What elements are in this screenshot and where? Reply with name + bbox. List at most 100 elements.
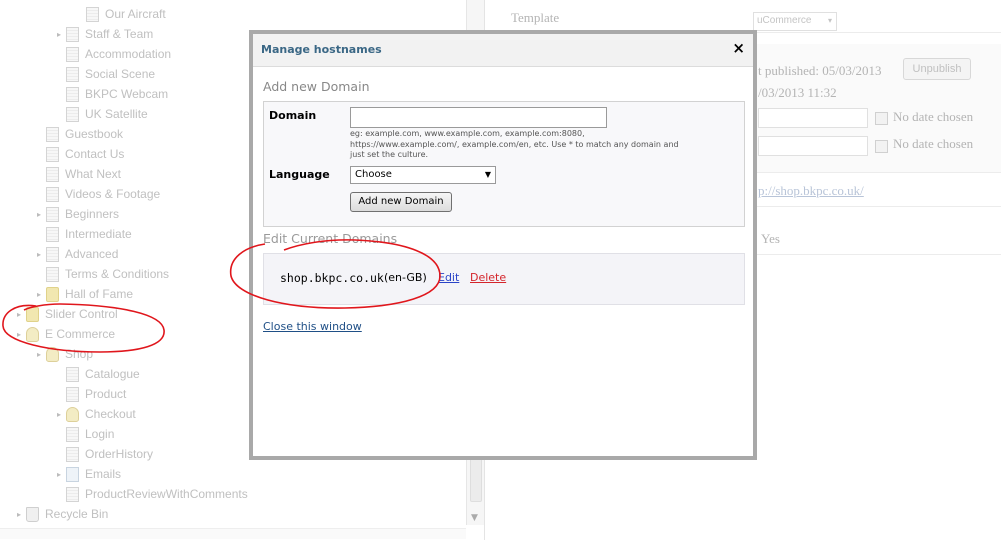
tree-node[interactable]: ▸ Shop (34, 344, 93, 364)
tree-node[interactable]: Login (54, 424, 114, 444)
tree-node[interactable]: Guestbook (34, 124, 123, 144)
doc-icon (66, 386, 79, 402)
cube-icon (26, 326, 39, 342)
tree-node[interactable]: Accommodation (54, 44, 171, 64)
doc-icon (46, 166, 59, 182)
add-domain-heading: Add new Domain (263, 79, 370, 94)
domain-culture: (en-GB) (384, 271, 427, 284)
tree-node[interactable]: Videos & Footage (34, 184, 160, 204)
expire-date-value: No date chosen (893, 136, 974, 151)
manage-hostnames-dialog: Manage hostnames × Add new Domain Domain… (249, 30, 757, 460)
tree-node[interactable]: ▸ E Commerce (14, 324, 115, 344)
chevron-down-icon: ▾ (827, 16, 832, 25)
doc-icon (66, 26, 79, 42)
doc-icon (86, 6, 99, 22)
expire-date-input[interactable] (758, 136, 868, 156)
expand-arrow-icon[interactable]: ▸ (34, 350, 44, 359)
domain-input[interactable] (350, 107, 607, 128)
expand-arrow-icon[interactable]: ▸ (34, 210, 44, 219)
tree-node[interactable]: Social Scene (54, 64, 155, 84)
tree-node[interactable]: BKPC Webcam (54, 84, 168, 104)
tree-node-label: BKPC Webcam (85, 87, 169, 101)
tree-node[interactable]: ▸ Recycle Bin (14, 504, 108, 524)
tree-node-label: Shop (65, 347, 94, 361)
folder-icon (46, 286, 59, 302)
tree-node-label: Accommodation (85, 47, 172, 61)
tree-horizontal-scrollbar[interactable] (0, 528, 466, 539)
tree-node-label: Staff & Team (85, 27, 154, 41)
tree-node[interactable]: Catalogue (54, 364, 140, 384)
tree-node[interactable]: ProductReviewWithComments (54, 484, 248, 504)
tree-node[interactable]: OrderHistory (54, 444, 153, 464)
tree-node[interactable]: ▸ Hall of Fame (34, 284, 133, 304)
language-select[interactable]: Choose ▼ (350, 166, 496, 184)
calendar-icon[interactable] (875, 112, 888, 125)
tree-node[interactable]: Our Aircraft (74, 4, 166, 24)
unpublish-button[interactable]: Unpublish (903, 58, 971, 80)
template-select[interactable]: uCommerce ▾ (753, 12, 837, 31)
doc-icon (66, 486, 79, 502)
edit-domains-heading: Edit Current Domains (263, 231, 398, 246)
doc-icon (46, 206, 59, 222)
tree-node-label: What Next (65, 167, 122, 181)
yes-value: Yes (761, 231, 780, 246)
delete-domain-link[interactable]: Delete (470, 271, 506, 284)
release-date-input[interactable] (758, 108, 868, 128)
add-domain-panel: Domain eg: example.com, www.example.com,… (263, 101, 745, 227)
expand-arrow-icon[interactable]: ▸ (54, 30, 64, 39)
add-new-domain-button[interactable]: Add new Domain (350, 192, 452, 212)
tree-node[interactable]: Contact Us (34, 144, 124, 164)
edit-domain-link[interactable]: Edit (438, 271, 459, 284)
tree-node-label: ProductReviewWithComments (85, 487, 248, 501)
calendar-icon[interactable] (875, 140, 888, 153)
doc-icon (66, 66, 79, 82)
doc-icon (66, 446, 79, 462)
doc-icon (66, 46, 79, 62)
tree-node-label: OrderHistory (85, 447, 154, 461)
current-domains-list: shop.bkpc.co.uk (en-GB) Edit Delete (263, 253, 745, 305)
doc-icon (66, 106, 79, 122)
tree-node[interactable]: Terms & Conditions (34, 264, 169, 284)
doc-icon (46, 266, 59, 282)
expand-arrow-icon[interactable]: ▸ (34, 250, 44, 259)
tree-node-label: Slider Control (45, 307, 118, 321)
tree-node-label: Our Aircraft (105, 7, 166, 21)
mail-icon (66, 466, 79, 482)
tree-node-label: Product (85, 387, 127, 401)
expand-arrow-icon[interactable]: ▸ (14, 310, 24, 319)
doc-icon (66, 86, 79, 102)
expand-arrow-icon[interactable]: ▸ (14, 330, 24, 339)
expand-arrow-icon[interactable]: ▸ (54, 410, 64, 419)
doc-icon (66, 366, 79, 382)
close-icon[interactable]: × (732, 40, 745, 56)
tree-node-label: E Commerce (45, 327, 116, 341)
tree-node[interactable]: ▸ Checkout (54, 404, 136, 424)
folder-icon (26, 306, 39, 322)
tree-node-label: UK Satellite (85, 107, 148, 121)
tree-node-label: Recycle Bin (45, 507, 109, 521)
tree-node[interactable]: ▸ Slider Control (14, 304, 118, 324)
dialog-title: Manage hostnames (261, 43, 382, 56)
expand-arrow-icon[interactable]: ▸ (34, 290, 44, 299)
doc-icon (46, 226, 59, 242)
domain-help-text: eg: example.com, www.example.com, exampl… (350, 129, 679, 159)
tree-node[interactable]: Product (54, 384, 126, 404)
tree-node-label: Hall of Fame (65, 287, 134, 301)
page-link[interactable]: p://shop.bkpc.co.uk/ (758, 183, 864, 199)
tree-node[interactable]: ▸ Emails (54, 464, 121, 484)
expand-arrow-icon[interactable]: ▸ (14, 510, 24, 519)
tree-node-label: Advanced (65, 247, 119, 261)
tree-node[interactable]: ▸ Staff & Team (54, 24, 153, 44)
template-row: Template uCommerce ▾ (495, 0, 1001, 33)
tree-node-label: Contact Us (65, 147, 125, 161)
release-date-value: No date chosen (893, 109, 974, 124)
tree-node[interactable]: ▸ Beginners (34, 204, 119, 224)
expand-arrow-icon[interactable]: ▸ (54, 470, 64, 479)
domain-name: shop.bkpc.co.uk (280, 271, 384, 285)
close-window-link[interactable]: Close this window (263, 320, 362, 333)
tree-node[interactable]: ▸ Advanced (34, 244, 118, 264)
scroll-down-arrow-icon[interactable]: ▼ (471, 513, 478, 523)
tree-node[interactable]: UK Satellite (54, 104, 148, 124)
tree-node[interactable]: What Next (34, 164, 121, 184)
tree-node[interactable]: Intermediate (34, 224, 132, 244)
